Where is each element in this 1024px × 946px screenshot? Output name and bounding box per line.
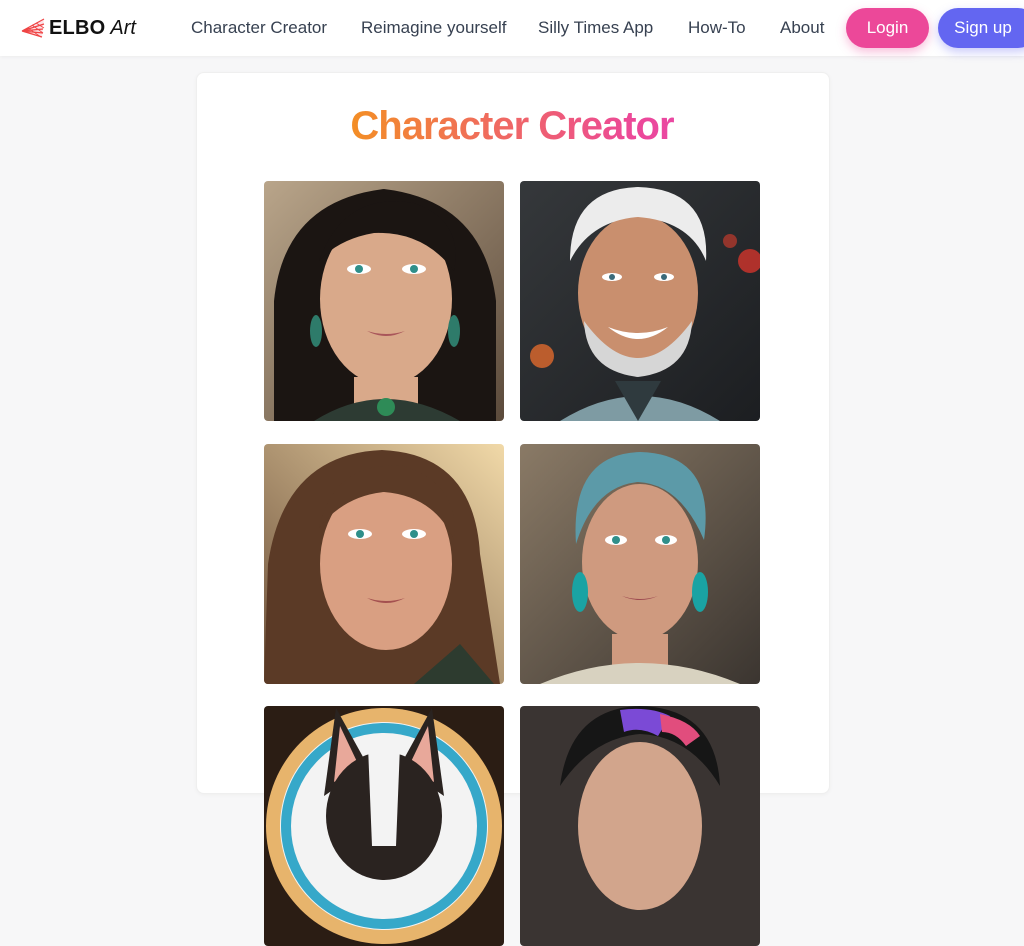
top-navbar: ELBO Art Character Creator Reimagine you… [0,0,1024,56]
nav-reimagine-yourself[interactable]: Reimagine yourself [361,18,507,38]
page-title: Character Creator [0,104,1024,149]
gallery-image-1[interactable] [264,181,504,421]
portrait-man-colorful-hair-image [520,706,760,946]
nav-character-creator[interactable]: Character Creator [191,18,327,38]
nav-about[interactable]: About [780,18,824,38]
portrait-man-white-hair-image [520,181,760,421]
portrait-woman-blue-hair-image [520,444,760,684]
gallery-image-5[interactable] [264,706,504,946]
nav-silly-times-app[interactable]: Silly Times App [538,18,653,38]
nav-how-to[interactable]: How-To [688,18,746,38]
brand-logo[interactable]: ELBO Art [20,14,136,42]
signup-button[interactable]: Sign up [938,8,1024,48]
portrait-woman-brown-hair-image [264,444,504,684]
logo-fan-icon [21,18,45,38]
brand-name: ELBO [49,16,106,39]
gallery-image-4[interactable] [520,444,760,684]
portrait-dog-image [264,706,504,946]
gallery-image-6[interactable] [520,706,760,946]
brand-suffix: Art [110,16,136,39]
gallery-image-3[interactable] [264,444,504,684]
login-button[interactable]: Login [846,8,929,48]
portrait-woman-dark-hair-image [264,181,504,421]
gallery-image-2[interactable] [520,181,760,421]
